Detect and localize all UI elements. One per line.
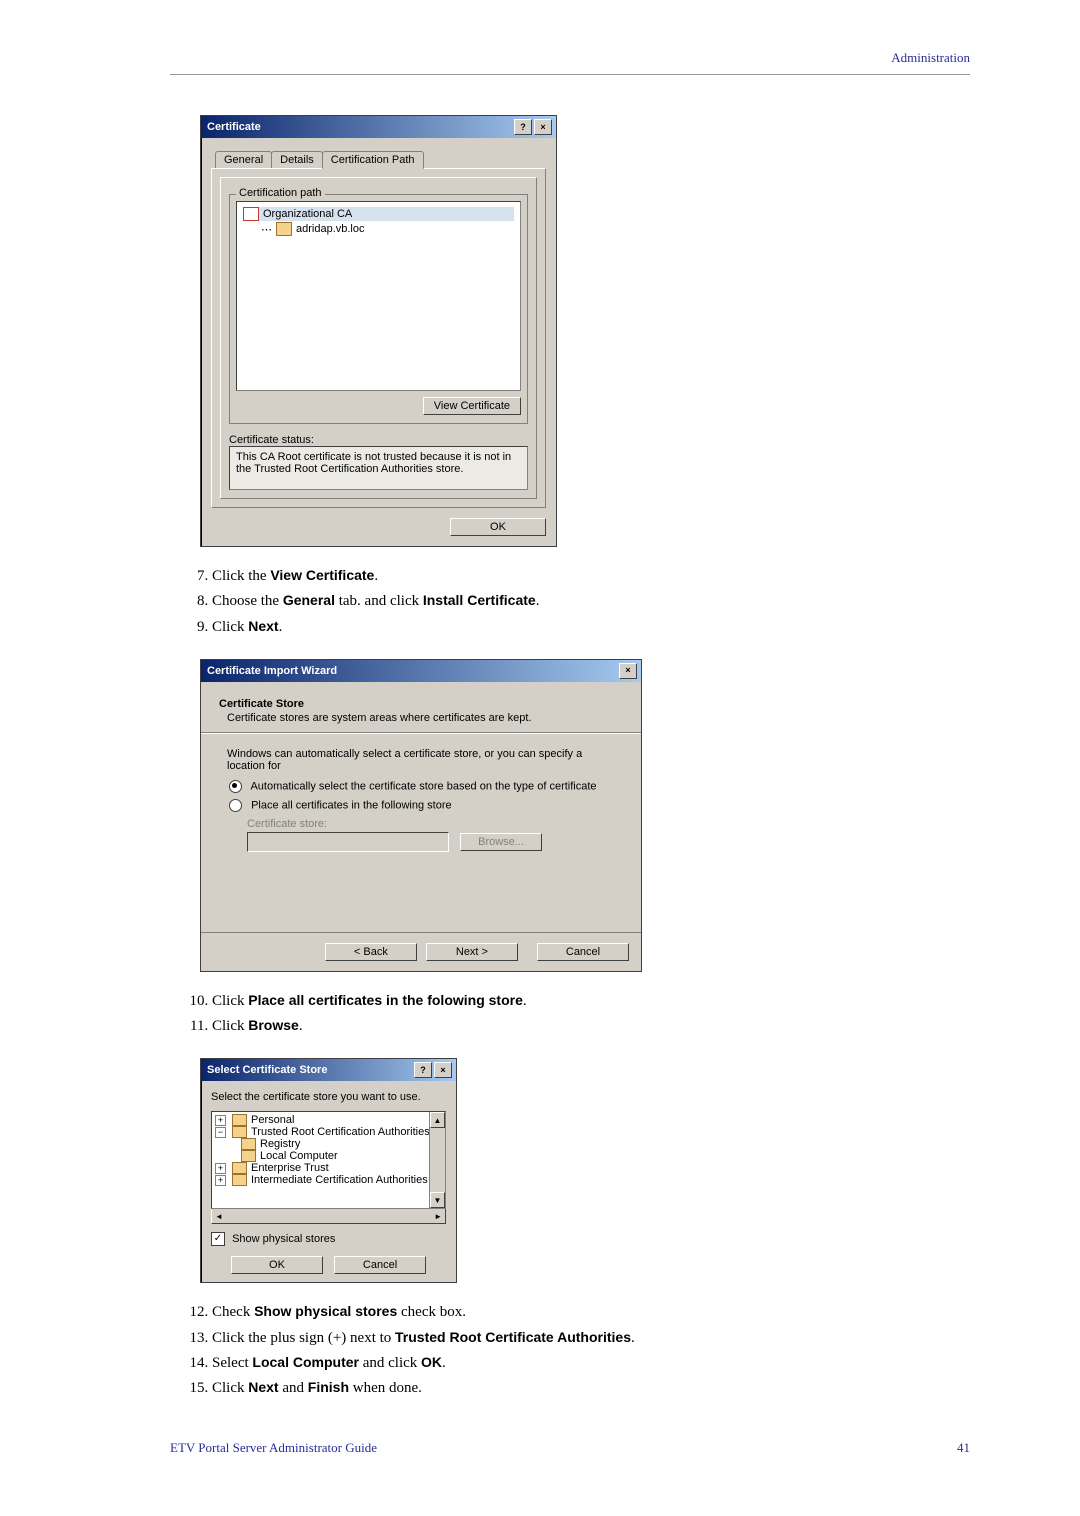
certificate-dialog: Certificate ? × General Details Certific… <box>200 115 557 547</box>
certificate-store-list[interactable]: +Personal −Trusted Root Certification Au… <box>211 1111 446 1209</box>
step-9: Click Next. <box>212 616 970 639</box>
radio-place-all[interactable]: Place all certificates in the following … <box>229 799 623 812</box>
tab-general[interactable]: General <box>215 151 272 169</box>
store-item-intermediate-ca[interactable]: +Intermediate Certification Authorities <box>215 1174 442 1186</box>
select-certificate-store-dialog: Select Certificate Store ? × Select the … <box>200 1058 457 1283</box>
close-icon[interactable]: × <box>534 119 552 135</box>
certification-path-group: Certification path Organizational CA ⋯ a… <box>229 194 528 424</box>
close-icon[interactable]: × <box>619 663 637 679</box>
tab-certification-path[interactable]: Certification Path <box>322 151 424 169</box>
footer-page-number: 41 <box>957 1440 970 1456</box>
close-icon[interactable]: × <box>434 1062 452 1078</box>
select-store-titlebar: Select Certificate Store ? × <box>201 1059 456 1081</box>
certificate-store-input <box>247 832 449 852</box>
wizard-title: Certificate Import Wizard <box>207 665 337 677</box>
select-store-cancel-button[interactable]: Cancel <box>334 1256 426 1274</box>
show-physical-stores-label: Show physical stores <box>232 1233 335 1245</box>
certificate-titlebar: Certificate ? × <box>201 116 556 138</box>
certificate-status-text: This CA Root certificate is not trusted … <box>229 446 528 490</box>
view-certificate-button[interactable]: View Certificate <box>423 397 521 415</box>
store-item-trusted-root[interactable]: −Trusted Root Certification Authorities <box>215 1126 442 1138</box>
tree-root-label: Organizational CA <box>263 208 352 220</box>
wizard-divider <box>201 732 641 734</box>
step-13: Click the plus sign (+) next to Trusted … <box>212 1327 970 1350</box>
radio-icon <box>229 799 242 812</box>
steps-list-a: Click the View Certificate. Choose the G… <box>192 565 970 639</box>
step-11: Click Browse. <box>212 1015 970 1038</box>
certification-path-label: Certification path <box>236 187 325 199</box>
radio-auto-label: Automatically select the certificate sto… <box>250 780 596 792</box>
checkbox-icon: ✓ <box>211 1232 225 1246</box>
certificate-title: Certificate <box>207 121 261 133</box>
help-icon[interactable]: ? <box>414 1062 432 1078</box>
scroll-up-icon[interactable]: ▲ <box>430 1112 445 1128</box>
select-store-title: Select Certificate Store <box>207 1064 327 1076</box>
step-12: Check Show physical stores check box. <box>212 1301 970 1324</box>
certificate-tabstrip: General Details Certification Path <box>215 150 546 168</box>
tab-details[interactable]: Details <box>271 151 323 169</box>
certificate-import-wizard-dialog: Certificate Import Wizard × Certificate … <box>200 659 642 972</box>
header-section: Administration <box>170 50 970 74</box>
vertical-scrollbar[interactable]: ▲ ▼ <box>429 1112 445 1208</box>
store-item-personal[interactable]: +Personal <box>215 1114 442 1126</box>
tree-child-adridap[interactable]: ⋯ adridap.vb.loc <box>261 222 514 236</box>
steps-list-b: Click Place all certificates in the folo… <box>192 990 970 1039</box>
wizard-paragraph: Windows can automatically select a certi… <box>227 748 615 772</box>
scroll-down-icon[interactable]: ▼ <box>430 1192 445 1208</box>
tree-root-organizational-ca[interactable]: Organizational CA <box>243 207 514 221</box>
certification-path-tree[interactable]: Organizational CA ⋯ adridap.vb.loc <box>236 201 521 391</box>
header-divider <box>170 74 970 75</box>
steps-list-c: Check Show physical stores check box. Cl… <box>192 1301 970 1400</box>
certificate-ok-button[interactable]: OK <box>450 518 546 536</box>
step-8: Choose the General tab. and click Instal… <box>212 590 970 613</box>
page-footer: ETV Portal Server Administrator Guide 41 <box>170 1440 970 1456</box>
select-store-prompt: Select the certificate store you want to… <box>211 1091 446 1103</box>
store-item-registry[interactable]: Registry <box>241 1138 442 1150</box>
show-physical-stores-checkbox[interactable]: ✓ Show physical stores <box>211 1232 446 1246</box>
radio-auto-select[interactable]: Automatically select the certificate sto… <box>229 780 623 793</box>
certificate-status-label: Certificate status: <box>229 434 528 446</box>
back-button[interactable]: < Back <box>325 943 417 961</box>
footer-guide-title: ETV Portal Server Administrator Guide <box>170 1440 377 1456</box>
wizard-subtext: Certificate stores are system areas wher… <box>227 712 623 724</box>
cancel-button[interactable]: Cancel <box>537 943 629 961</box>
help-icon[interactable]: ? <box>514 119 532 135</box>
radio-icon <box>229 780 242 793</box>
radio-place-label: Place all certificates in the following … <box>251 799 452 811</box>
tree-child-label: adridap.vb.loc <box>296 223 365 235</box>
horizontal-scrollbar[interactable]: ◄► <box>211 1208 446 1224</box>
wizard-titlebar: Certificate Import Wizard × <box>201 660 641 682</box>
certificate-store-label: Certificate store: <box>247 818 623 830</box>
next-button[interactable]: Next > <box>426 943 518 961</box>
store-item-local-computer[interactable]: Local Computer <box>241 1150 442 1162</box>
select-store-ok-button[interactable]: OK <box>231 1256 323 1274</box>
step-14: Select Local Computer and click OK. <box>212 1352 970 1375</box>
step-7: Click the View Certificate. <box>212 565 970 588</box>
wizard-heading: Certificate Store <box>219 698 623 710</box>
step-10: Click Place all certificates in the folo… <box>212 990 970 1013</box>
browse-button[interactable]: Browse... <box>460 833 542 851</box>
store-item-enterprise-trust[interactable]: +Enterprise Trust <box>215 1162 442 1174</box>
